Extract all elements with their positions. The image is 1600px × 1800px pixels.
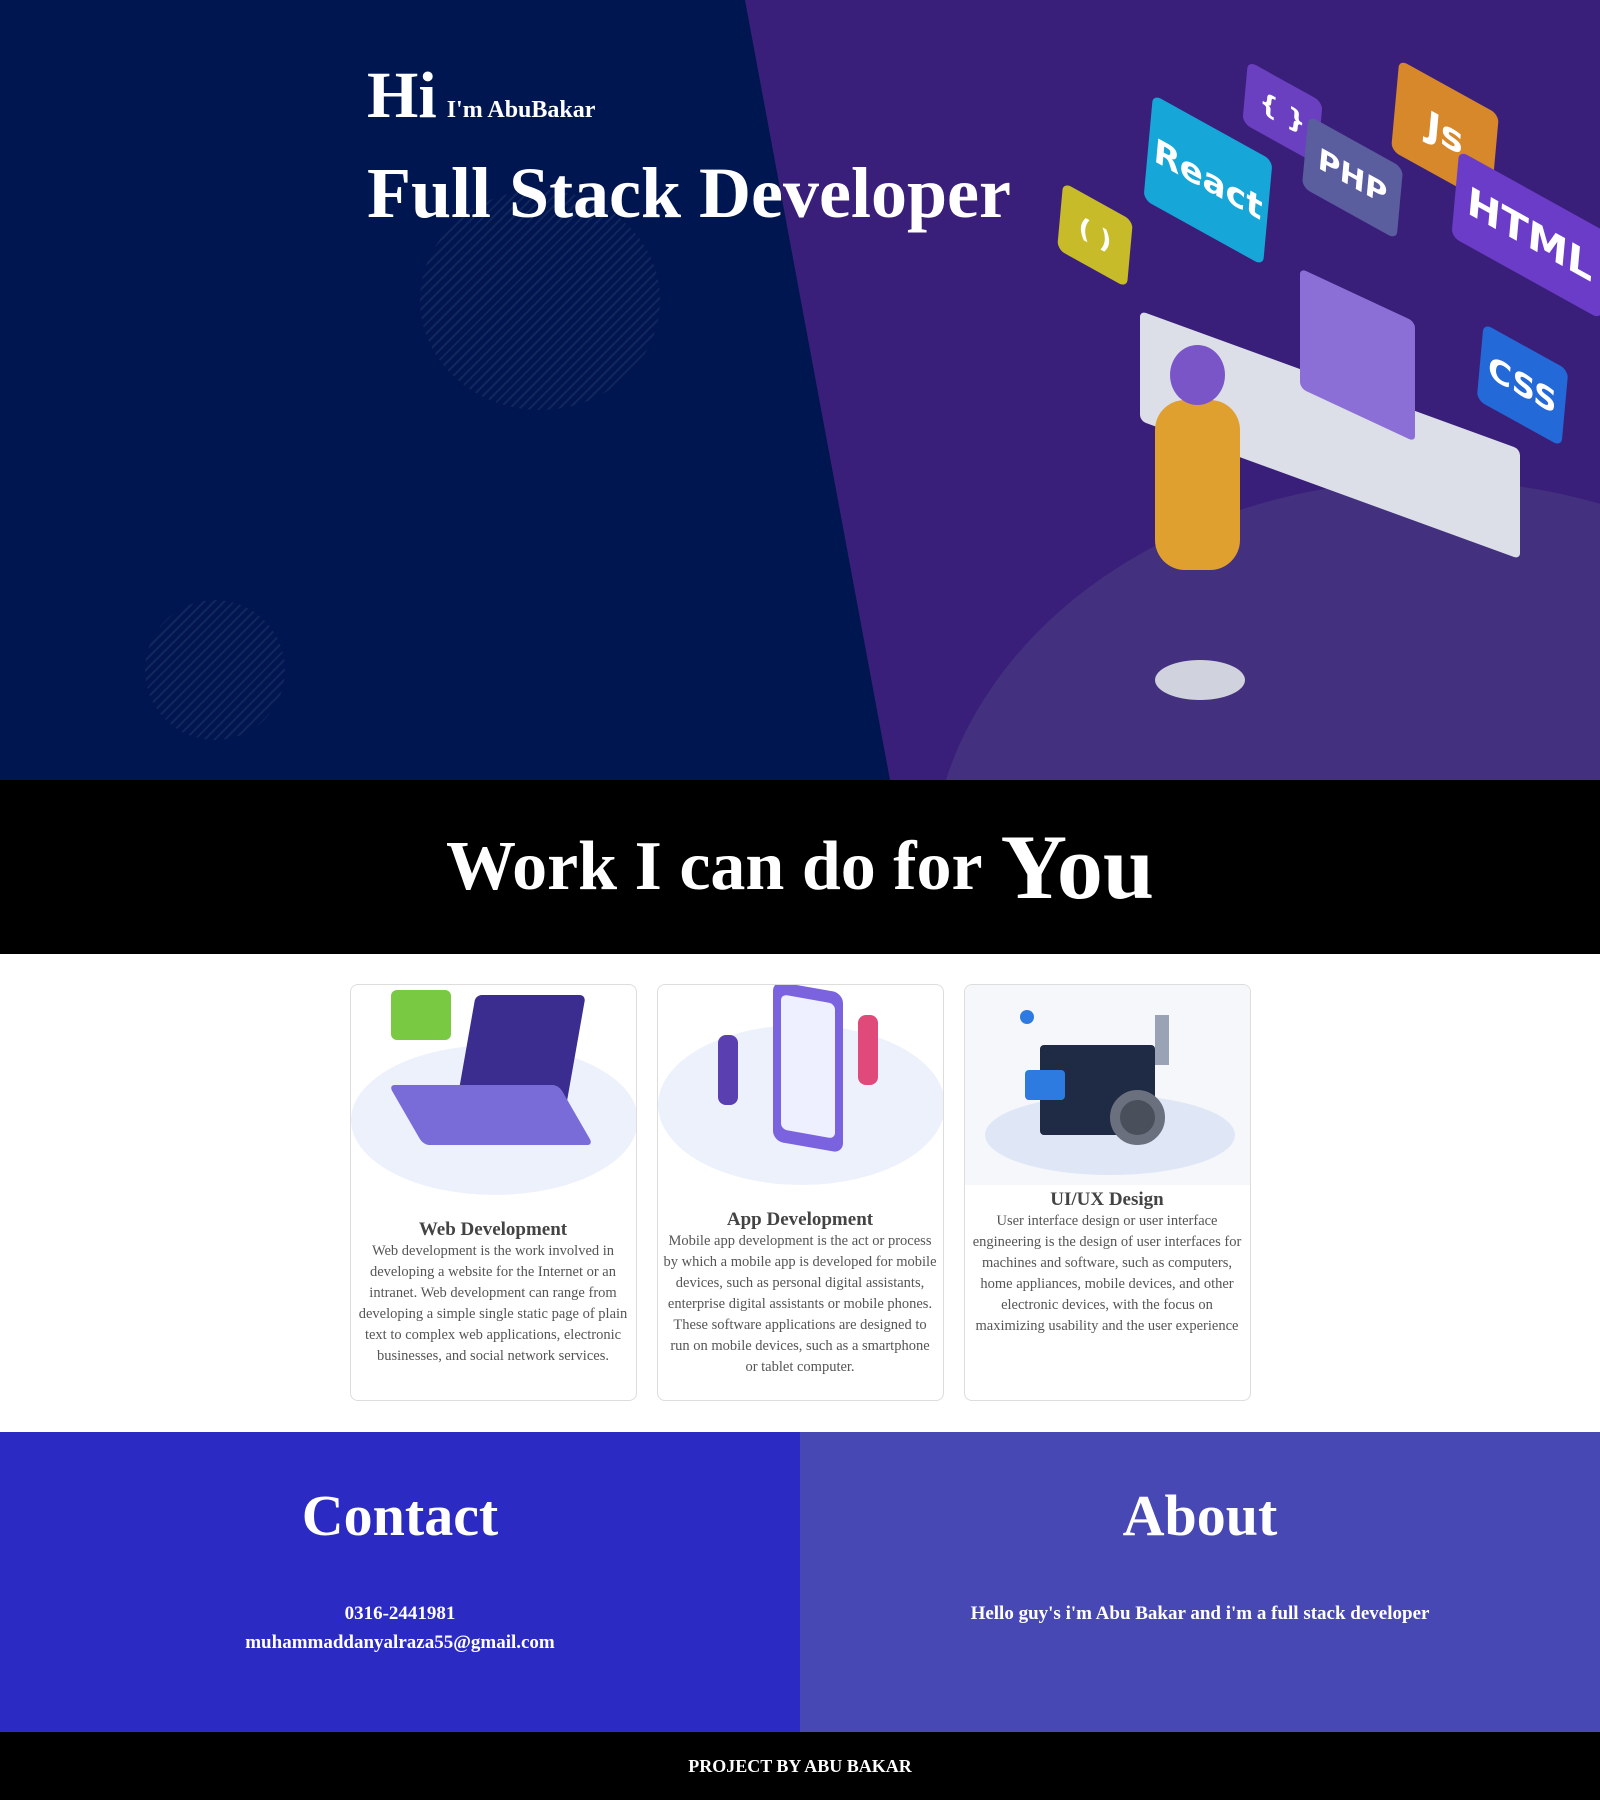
hero-role: Full Stack Developer (367, 153, 1011, 233)
about-text: Hello guy's i'm Abu Bakar and i'm a full… (970, 1603, 1430, 1624)
card-title: App Development (726, 1209, 874, 1230)
contact-title: Contact (301, 1483, 499, 1548)
card-title: UI/UX Design (1050, 1189, 1164, 1210)
greeting: Hi (367, 59, 437, 132)
card-text: User interface design or user interface … (972, 1213, 1242, 1334)
person-head (1170, 345, 1225, 405)
hatch-decoration (145, 600, 285, 740)
hero-section: Hi I'm AbuBakar Full Stack Developer { } … (0, 0, 1600, 780)
contact-email[interactable]: muhammaddanyalraza55@gmail.com (0, 1628, 800, 1657)
card-text: Mobile app development is the act or pro… (663, 1233, 937, 1375)
uiux-design-illustration (964, 985, 1250, 1185)
contact-phone[interactable]: 0316-2441981 (0, 1599, 800, 1628)
card-title: Web Development (418, 1219, 568, 1240)
contact-panel: Contact 0316-2441981 muhammaddanyalraza5… (0, 1432, 800, 1732)
stool-base (1155, 660, 1245, 700)
service-card-web: Web Development Web development is the w… (349, 984, 637, 1401)
hero-greeting: Hi I'm AbuBakar (367, 58, 595, 134)
card-text: Web development is the work involved in … (358, 1243, 628, 1364)
about-panel: About Hello guy's i'm Abu Bakar and i'm … (800, 1432, 1600, 1732)
service-card-app: App Development Mobile app development i… (656, 984, 944, 1401)
about-title: About (1122, 1483, 1278, 1548)
footer: PROJECT BY ABU BAKAR (0, 1732, 1600, 1800)
web-development-illustration (350, 985, 636, 1215)
services-title-emphasis: You (1000, 816, 1155, 918)
footer-text: PROJECT BY ABU BAKAR (688, 1755, 912, 1776)
service-card-uiux: UI/UX Design User interface design or us… (963, 984, 1251, 1401)
app-development-illustration (657, 985, 943, 1205)
services-title: Work I can do for (445, 828, 983, 905)
name: I'm AbuBakar (446, 97, 596, 123)
contact-about-section: Contact 0316-2441981 muhammaddanyalraza5… (0, 1432, 1600, 1732)
person (1155, 400, 1240, 570)
services-heading: Work I can do for You (0, 780, 1600, 954)
services-cards: Web Development Web development is the w… (0, 954, 1600, 1432)
